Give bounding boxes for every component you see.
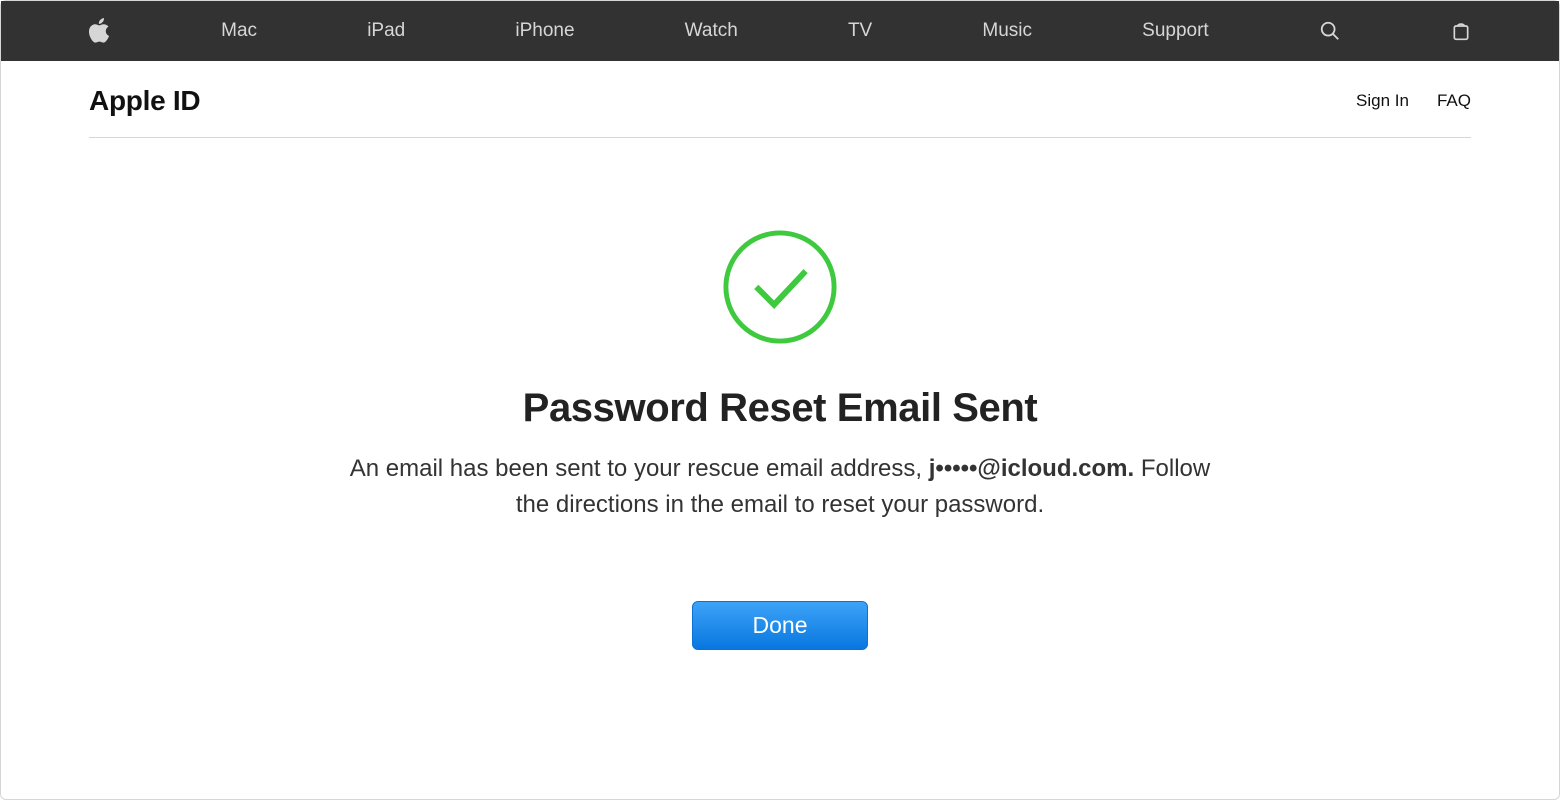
main-content: Password Reset Email Sent An email has b… <box>1 138 1559 650</box>
nav-item-iphone[interactable]: iPhone <box>515 20 574 42</box>
checkmark-circle-icon <box>721 228 839 346</box>
sub-header-links: Sign In FAQ <box>1356 91 1471 111</box>
sign-in-link[interactable]: Sign In <box>1356 91 1409 111</box>
page-title: Apple ID <box>89 85 200 117</box>
nav-item-tv[interactable]: TV <box>848 20 872 42</box>
sub-header: Apple ID Sign In FAQ <box>1 61 1559 138</box>
nav-item-ipad[interactable]: iPad <box>367 20 405 42</box>
masked-email: j•••••@icloud.com. <box>929 455 1134 482</box>
nav-item-support[interactable]: Support <box>1142 20 1209 42</box>
confirmation-body: An email has been sent to your rescue em… <box>340 451 1220 523</box>
global-nav: Mac iPad iPhone Watch TV Music Support <box>1 1 1559 61</box>
done-button[interactable]: Done <box>692 601 869 650</box>
nav-item-music[interactable]: Music <box>982 20 1032 42</box>
body-prefix: An email has been sent to your rescue em… <box>350 455 929 482</box>
nav-item-watch[interactable]: Watch <box>685 20 738 42</box>
bag-icon[interactable] <box>1451 20 1471 42</box>
nav-item-mac[interactable]: Mac <box>221 20 257 42</box>
search-icon[interactable] <box>1319 20 1341 42</box>
faq-link[interactable]: FAQ <box>1437 91 1471 111</box>
apple-logo-icon[interactable] <box>89 18 111 44</box>
confirmation-heading: Password Reset Email Sent <box>523 386 1038 431</box>
